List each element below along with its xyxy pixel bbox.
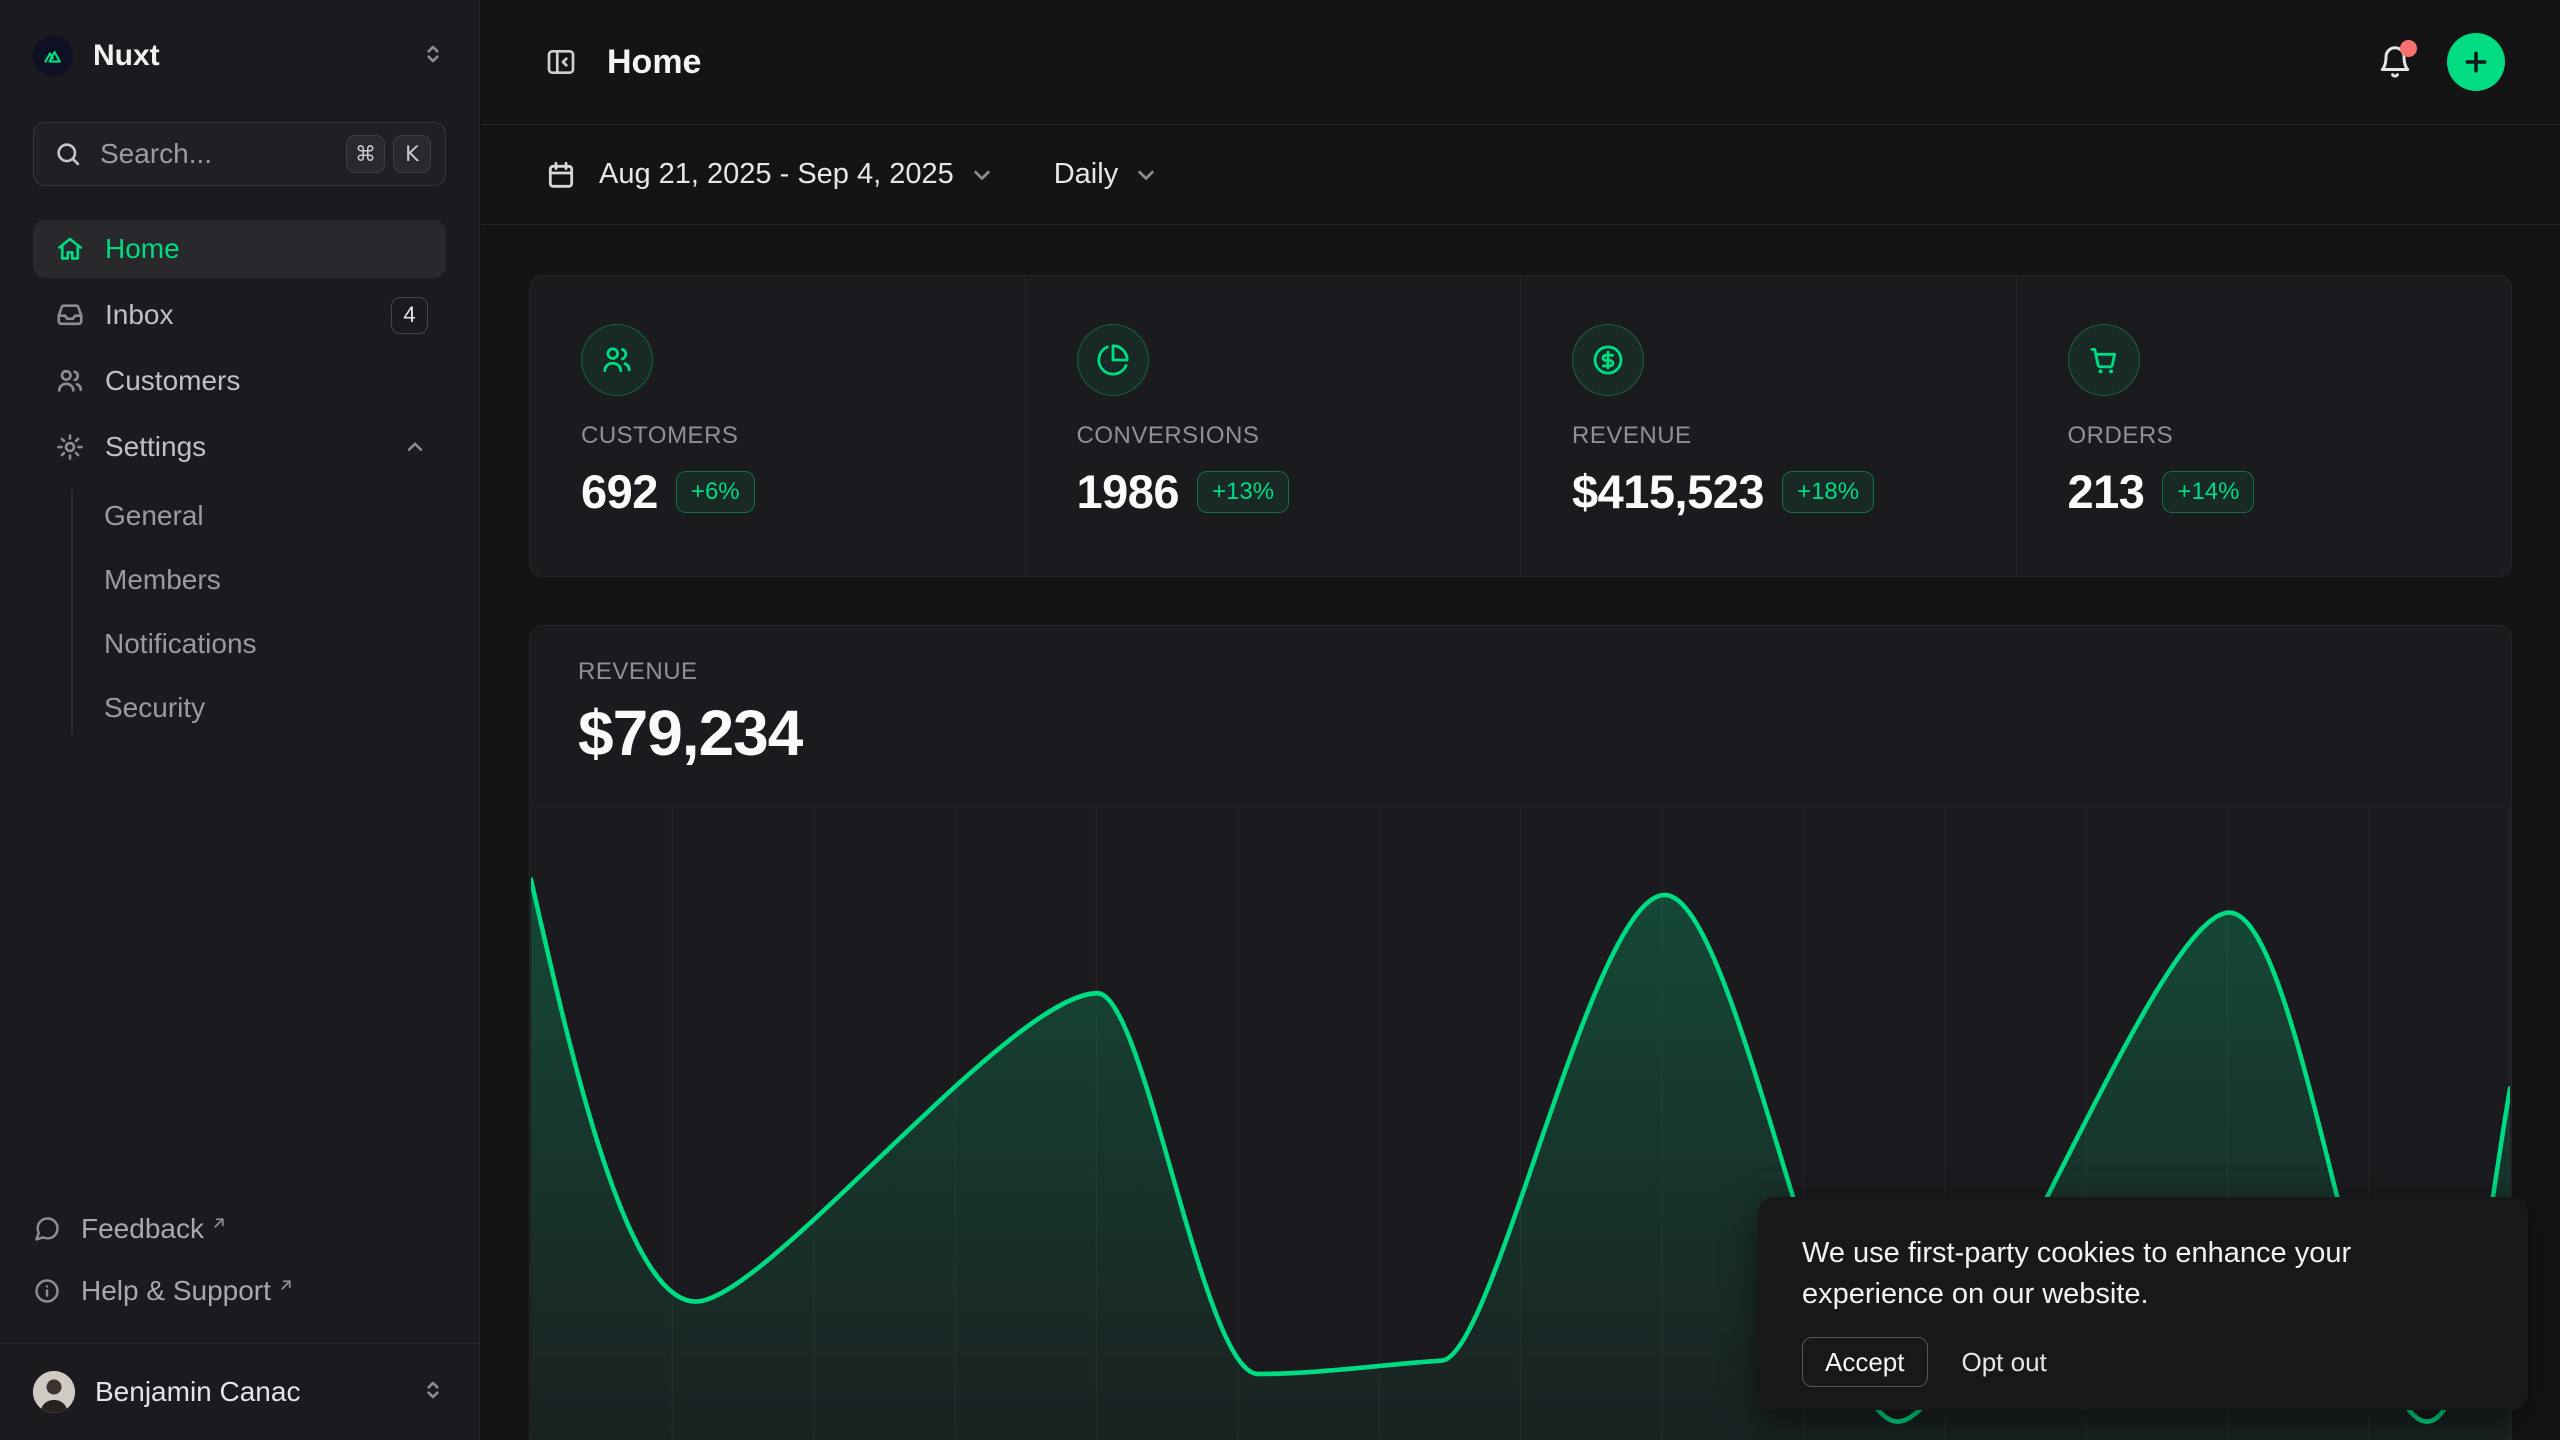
topbar: Home [481,0,2560,125]
stat-delta-badge: +6% [676,471,755,513]
gear-icon [55,432,85,462]
chevron-up-down-icon [420,1377,446,1408]
circle-dollar-icon [1572,324,1644,396]
sub-item-label: Security [104,692,205,724]
sub-item-label: Notifications [104,628,257,660]
page-title: Home [607,43,701,82]
sidebar-item-security[interactable]: Security [104,676,446,740]
message-circle-icon [33,1215,61,1243]
stat-conversions[interactable]: CONVERSIONS 1986 +13% [1025,276,1521,576]
stat-delta-badge: +13% [1197,471,1289,513]
app-window: Nuxt Search... ⌘ K [0,0,2560,1440]
external-link-icon [210,1214,228,1232]
kbd-meta: ⌘ [346,135,385,173]
granularity-select[interactable]: Daily [1054,158,1118,191]
stat-orders[interactable]: ORDERS 213 +14% [2016,276,2512,576]
chevron-up-icon [402,434,428,460]
sidebar-footer: Feedback Help & Support [33,1203,446,1317]
cookie-message: We use first-party cookies to enhance yo… [1802,1233,2442,1315]
stat-value: 1986 [1077,464,1180,519]
sub-item-label: Members [104,564,221,596]
collapse-sidebar-icon[interactable] [545,46,577,78]
info-circle-icon [33,1277,61,1305]
chart-title: REVENUE [578,658,2511,686]
date-range-button[interactable]: Aug 21, 2025 - Sep 4, 2025 [599,158,954,191]
opt-out-button[interactable]: Opt out [1962,1347,2047,1378]
inbox-icon [55,300,85,330]
inbox-count-badge: 4 [391,297,428,334]
cookie-banner: We use first-party cookies to enhance yo… [1758,1197,2528,1410]
accept-button[interactable]: Accept [1802,1337,1928,1387]
sidebar-item-customers[interactable]: Customers [33,352,446,410]
pie-chart-icon [1077,324,1149,396]
stat-label: CONVERSIONS [1077,422,1521,450]
workspace-selector[interactable]: Nuxt [33,28,446,84]
chevron-down-icon[interactable] [968,161,996,189]
kbd-k: K [393,135,431,173]
notifications-button[interactable] [2371,38,2419,86]
stat-value: 692 [581,464,658,519]
sidebar-item-home[interactable]: Home [33,220,446,278]
feedback-label: Feedback [81,1213,204,1245]
notification-dot [2400,40,2417,57]
stat-label: ORDERS [2068,422,2512,450]
sidebar-item-notifications[interactable]: Notifications [104,612,446,676]
user-menu[interactable]: Benjamin Canac [0,1344,479,1440]
chevron-up-down-icon [420,41,446,72]
home-icon [55,234,85,264]
help-support-label: Help & Support [81,1275,271,1307]
sidebar-item-label: Home [105,233,428,265]
sidebar-item-label: Customers [105,365,428,397]
stat-value: 213 [2068,464,2145,519]
calendar-icon [545,159,577,191]
add-button[interactable] [2447,33,2505,91]
stat-delta-badge: +14% [2162,471,2254,513]
sidebar-item-label: Inbox [105,299,391,331]
user-name: Benjamin Canac [95,1376,420,1408]
stats-row: CUSTOMERS 692 +6% CONVERSIONS [529,275,2512,577]
stat-label: REVENUE [1572,422,2016,450]
filter-bar: Aug 21, 2025 - Sep 4, 2025 Daily [481,125,2560,225]
users-icon [581,324,653,396]
search-input[interactable]: Search... ⌘ K [33,122,446,186]
avatar [33,1371,75,1413]
sidebar: Nuxt Search... ⌘ K [0,0,480,1440]
stat-revenue[interactable]: REVENUE $415,523 +18% [1520,276,2016,576]
plus-icon [2461,47,2491,77]
help-support-link[interactable]: Help & Support [33,1265,446,1317]
sidebar-item-general[interactable]: General [104,484,446,548]
sidebar-nav: Home Inbox 4 [33,220,446,476]
stat-label: CUSTOMERS [581,422,1025,450]
search-placeholder: Search... [100,138,338,170]
stat-value: $415,523 [1572,464,1764,519]
stat-delta-badge: +18% [1782,471,1874,513]
sidebar-item-members[interactable]: Members [104,548,446,612]
chevron-down-icon[interactable] [1132,161,1160,189]
chart-total-value: $79,234 [578,696,2511,770]
nuxt-logo-icon [33,36,73,76]
search-icon [54,140,82,168]
stat-customers[interactable]: CUSTOMERS 692 +6% [530,276,1025,576]
external-link-icon [277,1276,295,1294]
feedback-link[interactable]: Feedback [33,1203,446,1255]
sidebar-item-settings[interactable]: Settings [33,418,446,476]
sidebar-item-label: Settings [105,431,402,463]
users-icon [55,366,85,396]
shopping-cart-icon [2068,324,2140,396]
sidebar-item-inbox[interactable]: Inbox 4 [33,286,446,344]
sub-item-label: General [104,500,204,532]
workspace-name: Nuxt [93,39,420,73]
settings-subnav: General Members Notifications Security [33,484,446,740]
